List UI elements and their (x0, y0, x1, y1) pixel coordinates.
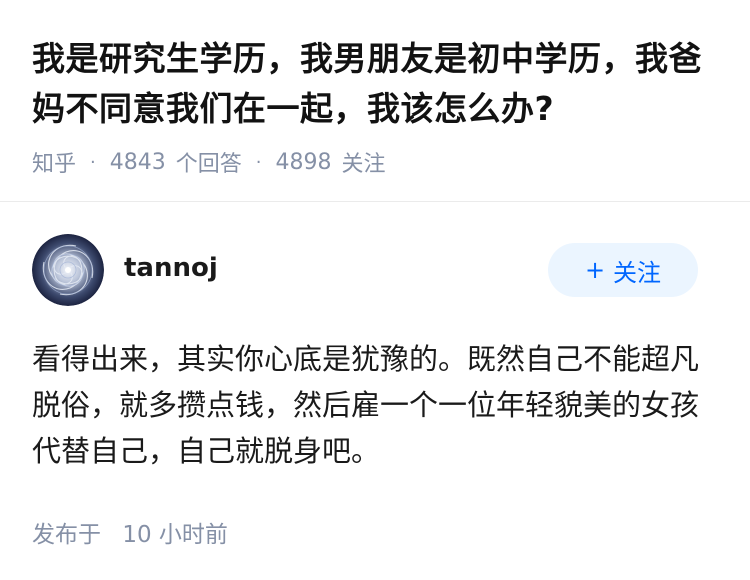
spiral-avatar-icon (32, 234, 104, 306)
followers-count: 4898 (275, 149, 332, 175)
question-source[interactable]: 知乎 (32, 146, 76, 178)
meta-separator: · (90, 151, 96, 173)
answers-label: 个回答 (175, 152, 242, 177)
meta-separator: · (255, 151, 262, 173)
author-avatar[interactable] (32, 234, 104, 306)
answers-count: 4843 (109, 149, 166, 175)
question-meta: 知乎 · 4843 个回答 · 4898 关注 (32, 146, 722, 178)
question-title[interactable]: 我是研究生学历，我男朋友是初中学历，我爸妈不同意我们在一起，我该怎么办? (32, 34, 722, 134)
plus-icon: + (584, 256, 606, 284)
published-prefix: 发布于 (32, 522, 101, 548)
answer-author: tannoj + 关注 (32, 234, 698, 306)
section-divider (0, 201, 750, 202)
answer-content[interactable]: 看得出来，其实你心底是犹豫的。既然自己不能超凡脱俗，就多攒点钱，然后雇一个一位年… (32, 336, 712, 474)
published-time: 10 小时前 (122, 522, 228, 548)
question-header: 我是研究生学历，我男朋友是初中学历，我爸妈不同意我们在一起，我该怎么办? 知乎 … (32, 34, 722, 178)
followers-label: 关注 (341, 152, 386, 177)
author-name[interactable]: tannoj (124, 253, 218, 283)
answer-publish-info: 发布于 10 小时前 (32, 515, 228, 549)
follow-label: 关注 (613, 258, 662, 287)
follow-button[interactable]: + 关注 (548, 243, 698, 297)
